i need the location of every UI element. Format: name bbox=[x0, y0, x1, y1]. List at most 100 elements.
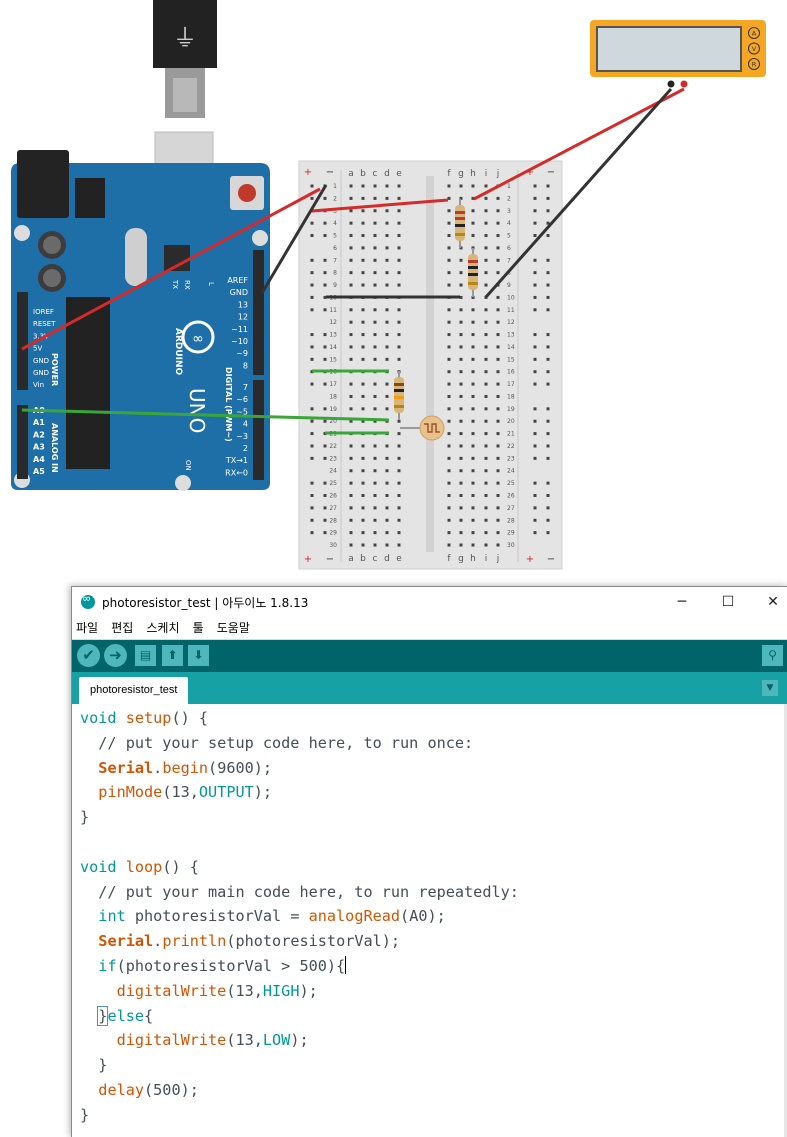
breadboard-hole[interactable] bbox=[361, 308, 365, 312]
breadboard-rail-hole[interactable] bbox=[546, 419, 550, 423]
breadboard-hole[interactable] bbox=[459, 419, 463, 423]
multimeter[interactable]: AVR bbox=[590, 20, 766, 88]
breadboard-rail-hole[interactable] bbox=[323, 494, 327, 497]
breadboard-hole[interactable] bbox=[484, 258, 488, 262]
breadboard-hole[interactable] bbox=[459, 543, 463, 547]
breadboard-hole[interactable] bbox=[349, 320, 353, 324]
breadboard-rail-hole[interactable] bbox=[533, 432, 537, 436]
breadboard-hole[interactable] bbox=[397, 481, 401, 485]
breadboard-rail-hole[interactable] bbox=[546, 432, 550, 436]
breadboard-hole[interactable] bbox=[385, 345, 389, 349]
breadboard-hole[interactable] bbox=[385, 494, 389, 497]
breadboard-hole[interactable] bbox=[447, 209, 451, 213]
breadboard-hole[interactable] bbox=[373, 394, 377, 398]
breadboard-hole[interactable] bbox=[484, 333, 488, 337]
breadboard-hole[interactable] bbox=[361, 320, 365, 324]
breadboard-hole[interactable] bbox=[459, 258, 463, 262]
breadboard-hole[interactable] bbox=[484, 394, 488, 398]
breadboard-rail-hole[interactable] bbox=[533, 283, 537, 287]
breadboard-hole[interactable] bbox=[447, 333, 451, 337]
breadboard-hole[interactable] bbox=[471, 382, 475, 386]
breadboard-hole[interactable] bbox=[484, 196, 488, 200]
breadboard-hole[interactable] bbox=[397, 234, 401, 238]
tab-photoresistor-test[interactable]: photoresistor_test bbox=[79, 677, 189, 704]
breadboard-hole[interactable] bbox=[397, 221, 401, 225]
breadboard-rail-hole[interactable] bbox=[546, 382, 550, 386]
breadboard-hole[interactable] bbox=[361, 543, 365, 547]
breadboard-hole[interactable] bbox=[484, 444, 488, 448]
breadboard-rail-hole[interactable] bbox=[310, 506, 314, 510]
breadboard-hole[interactable] bbox=[496, 370, 500, 374]
breadboard-hole[interactable] bbox=[447, 308, 451, 312]
breadboard-hole[interactable] bbox=[484, 469, 488, 473]
breadboard-rail-hole[interactable] bbox=[533, 234, 537, 238]
breadboard-rail-hole[interactable] bbox=[546, 506, 550, 510]
breadboard-hole[interactable] bbox=[447, 543, 451, 547]
breadboard-rail-hole[interactable] bbox=[323, 221, 327, 225]
breadboard-hole[interactable] bbox=[373, 531, 377, 535]
breadboard-hole[interactable] bbox=[496, 419, 500, 423]
breadboard-hole[interactable] bbox=[397, 283, 401, 287]
breadboard-hole[interactable] bbox=[373, 345, 377, 349]
breadboard-hole[interactable] bbox=[349, 494, 353, 497]
breadboard-hole[interactable] bbox=[373, 196, 377, 200]
breadboard-hole[interactable] bbox=[459, 469, 463, 473]
breadboard-hole[interactable] bbox=[447, 444, 451, 448]
breadboard-hole[interactable] bbox=[471, 419, 475, 423]
breadboard-rail-hole[interactable] bbox=[546, 258, 550, 262]
breadboard-hole[interactable] bbox=[349, 308, 353, 312]
breadboard-hole[interactable] bbox=[373, 184, 377, 188]
breadboard-hole[interactable] bbox=[373, 283, 377, 287]
breadboard-hole[interactable] bbox=[484, 209, 488, 213]
breadboard-hole[interactable] bbox=[373, 258, 377, 262]
breadboard-hole[interactable] bbox=[459, 444, 463, 448]
breadboard-rail-hole[interactable] bbox=[310, 271, 314, 275]
breadboard-hole[interactable] bbox=[361, 246, 365, 250]
breadboard-hole[interactable] bbox=[397, 518, 401, 522]
breadboard-hole[interactable] bbox=[484, 543, 488, 547]
breadboard-hole[interactable] bbox=[373, 333, 377, 337]
breadboard-rail-hole[interactable] bbox=[533, 308, 537, 312]
breadboard-hole[interactable] bbox=[496, 221, 500, 225]
breadboard-hole[interactable] bbox=[385, 506, 389, 510]
breadboard-hole[interactable] bbox=[471, 320, 475, 324]
breadboard-rail-hole[interactable] bbox=[323, 271, 327, 275]
breadboard-hole[interactable] bbox=[361, 506, 365, 510]
breadboard-hole[interactable] bbox=[373, 308, 377, 312]
breadboard-hole[interactable] bbox=[373, 444, 377, 448]
breadboard-rail-hole[interactable] bbox=[323, 308, 327, 312]
breadboard-rail-hole[interactable] bbox=[310, 456, 314, 460]
breadboard-hole[interactable] bbox=[496, 382, 500, 386]
breadboard-rail-hole[interactable] bbox=[310, 444, 314, 448]
breadboard-hole[interactable] bbox=[349, 246, 353, 250]
breadboard-rail-hole[interactable] bbox=[533, 444, 537, 448]
tab-menu-button[interactable]: ▼ bbox=[762, 680, 778, 696]
breadboard-hole[interactable] bbox=[496, 209, 500, 213]
breadboard-hole[interactable] bbox=[349, 184, 353, 188]
breadboard-hole[interactable] bbox=[397, 184, 401, 188]
breadboard-hole[interactable] bbox=[349, 234, 353, 238]
breadboard-hole[interactable] bbox=[484, 506, 488, 510]
breadboard-rail-hole[interactable] bbox=[533, 209, 537, 213]
breadboard-rail-hole[interactable] bbox=[323, 506, 327, 510]
breadboard-hole[interactable] bbox=[459, 432, 463, 436]
breadboard-hole[interactable] bbox=[496, 394, 500, 398]
breadboard-hole[interactable] bbox=[397, 345, 401, 349]
breadboard-hole[interactable] bbox=[471, 308, 475, 312]
breadboard-rail-hole[interactable] bbox=[533, 258, 537, 262]
breadboard-hole[interactable] bbox=[373, 246, 377, 250]
breadboard-hole[interactable] bbox=[496, 295, 500, 299]
breadboard-rail-hole[interactable] bbox=[310, 333, 314, 337]
breadboard-hole[interactable] bbox=[484, 320, 488, 324]
new-button[interactable]: ▤ bbox=[135, 645, 156, 666]
breadboard-hole[interactable] bbox=[349, 543, 353, 547]
menu-file[interactable]: 파일 bbox=[76, 617, 98, 639]
breadboard-hole[interactable] bbox=[349, 357, 353, 361]
breadboard-hole[interactable] bbox=[361, 407, 365, 411]
breadboard-rail-hole[interactable] bbox=[533, 382, 537, 386]
breadboard-hole[interactable] bbox=[484, 531, 488, 535]
breadboard-hole[interactable] bbox=[361, 531, 365, 535]
breadboard-hole[interactable] bbox=[349, 258, 353, 262]
breadboard-hole[interactable] bbox=[385, 271, 389, 275]
breadboard-rail-hole[interactable] bbox=[533, 531, 537, 535]
